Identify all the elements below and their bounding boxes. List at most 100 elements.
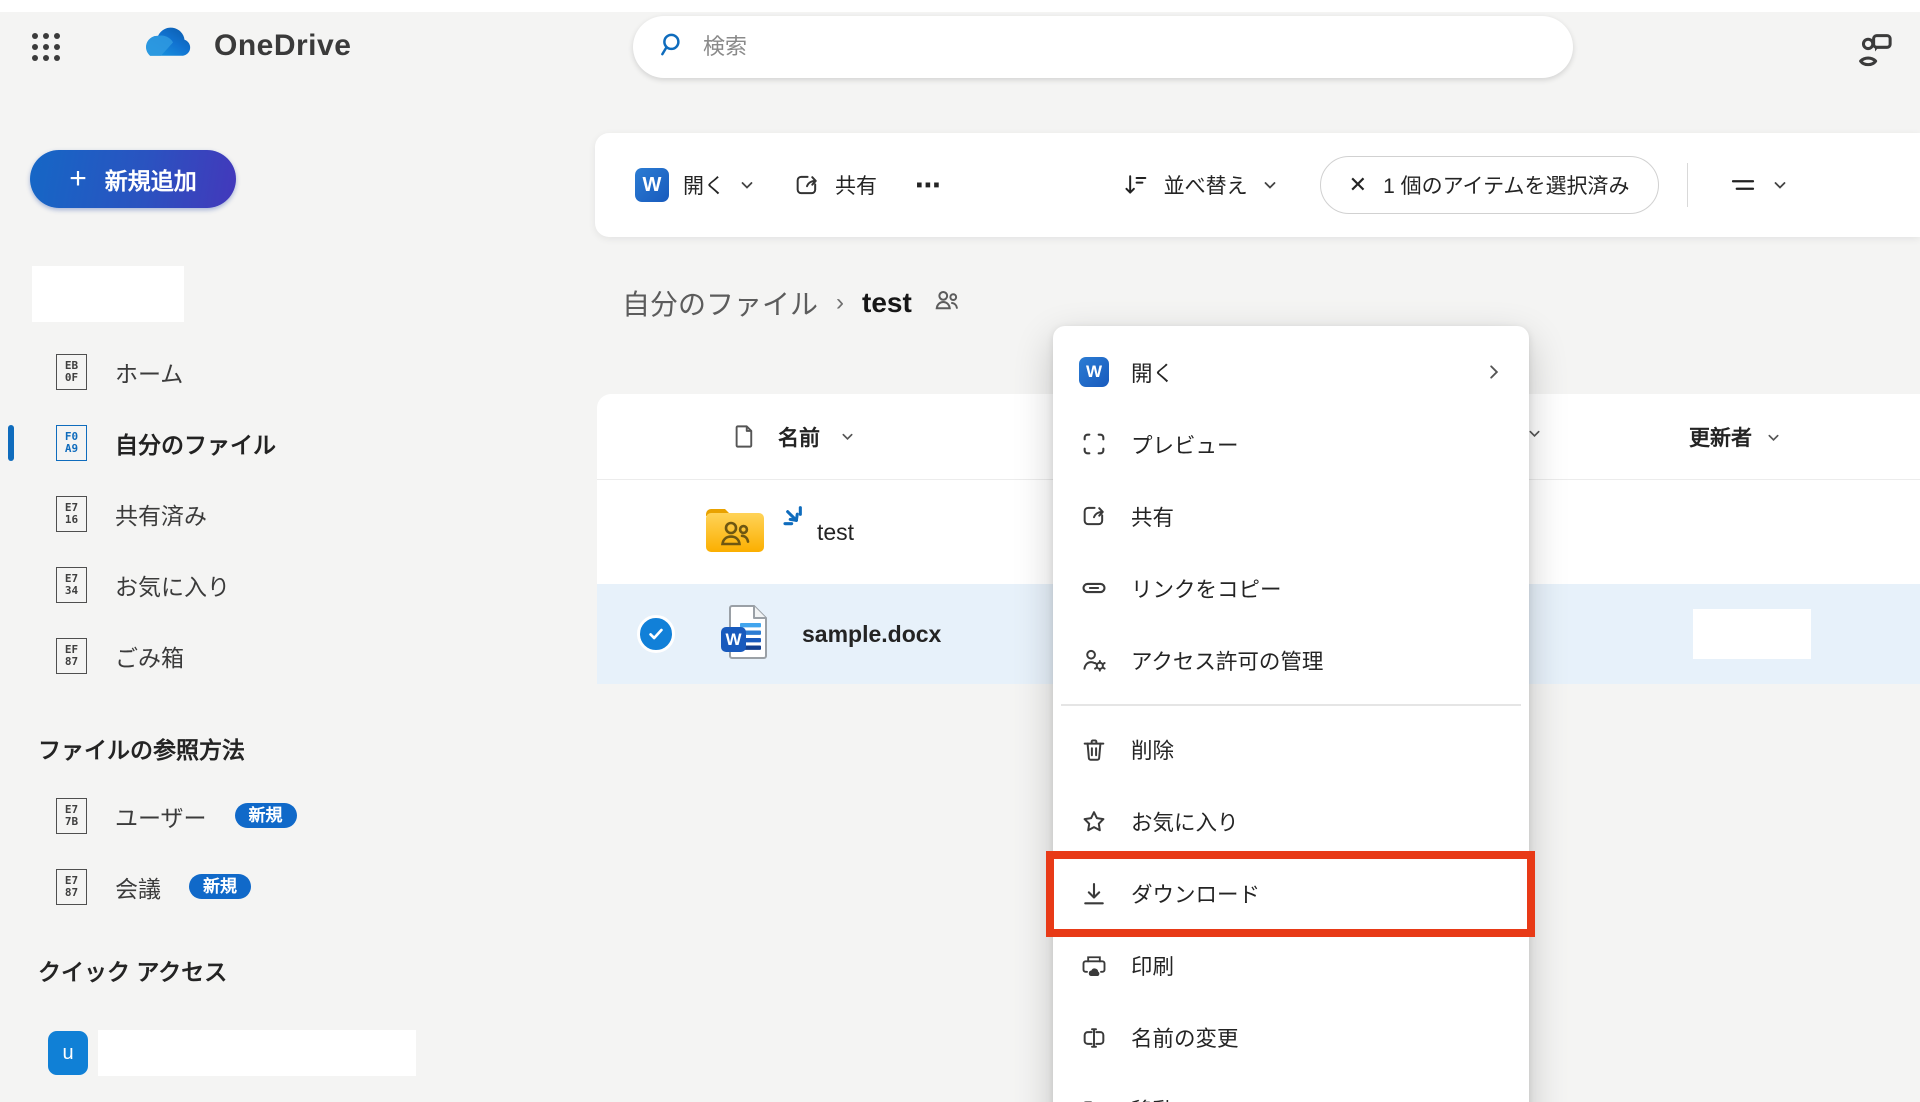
menu-item-preview[interactable]: プレビュー [1053, 408, 1529, 480]
share-icon [1079, 501, 1109, 531]
list-view-icon [1728, 170, 1758, 200]
menu-item-print[interactable]: 印刷 [1053, 930, 1529, 1002]
clear-selection-icon[interactable]: ✕ [1349, 172, 1367, 198]
feedback-icon[interactable] [1843, 20, 1907, 76]
menu-item-move[interactable]: 移動 [1053, 1074, 1529, 1102]
menu-item-label: 移動 [1131, 1094, 1174, 1102]
site-avatar: u [48, 1031, 88, 1075]
menu-item-label: 印刷 [1131, 950, 1174, 981]
shared-icon: E716 [56, 496, 87, 532]
rename-icon [1079, 1023, 1109, 1053]
chevron-down-icon [1766, 430, 1781, 445]
onedrive-cloud-icon [138, 24, 196, 67]
download-icon [1079, 879, 1109, 909]
open-button[interactable]: W 開く [623, 158, 767, 212]
home-icon: EB0F [56, 354, 87, 390]
sidebar-item-label: 会議 [115, 870, 161, 904]
more-commands-button[interactable]: ⋯ [903, 160, 955, 211]
file-type-column-icon [731, 423, 758, 450]
quick-access-item[interactable]: u [48, 1030, 416, 1076]
sidebar-item-shared[interactable]: E716 共有済み [0, 478, 480, 549]
plus-icon: + [69, 164, 87, 194]
column-header-modified-chevron-icon[interactable] [1527, 426, 1542, 446]
word-icon: W [635, 168, 669, 202]
chevron-down-icon [1772, 177, 1788, 193]
file-name[interactable]: test [817, 519, 854, 546]
favorites-icon: E734 [56, 567, 87, 603]
add-new-label: 新規追加 [105, 162, 197, 196]
new-item-sparkle-icon [781, 503, 813, 540]
file-name[interactable]: sample.docx [802, 621, 941, 648]
share-icon [793, 171, 821, 199]
new-badge: 新規 [189, 874, 251, 899]
sidebar-item-my-files[interactable]: F0A9 自分のファイル [0, 407, 480, 478]
people-nav-icon: E77B [56, 798, 87, 834]
redacted-quick-access-name [98, 1030, 416, 1076]
sidebar-item-label: ユーザー [115, 799, 207, 833]
chevron-right-icon [1485, 363, 1503, 381]
sidebar-item-recycle-bin[interactable]: EF87 ごみ箱 [0, 620, 480, 691]
sidebar-item-favorites[interactable]: E734 お気に入り [0, 549, 480, 620]
star-icon [1079, 807, 1109, 837]
column-header-name[interactable]: 名前 [778, 422, 820, 452]
selected-check-icon[interactable] [637, 615, 675, 653]
menu-item-label: プレビュー [1131, 429, 1239, 460]
sort-label: 並べ替え [1164, 170, 1248, 200]
sidebar-item-home[interactable]: EB0F ホーム [0, 336, 480, 407]
selection-count-pill[interactable]: ✕ 1 個のアイテムを選択済み [1320, 156, 1659, 214]
redacted-account-block [32, 266, 184, 322]
search-input[interactable] [703, 34, 1549, 60]
shared-people-icon [930, 285, 964, 322]
link-icon [1079, 573, 1109, 603]
meetings-nav-icon: E787 [56, 869, 87, 905]
sidebar-nav: EB0F ホーム F0A9 自分のファイル E716 共有済み E734 お気に… [0, 336, 480, 1002]
menu-item-label: 名前の変更 [1131, 1022, 1239, 1053]
move-folder-icon [1079, 1095, 1109, 1102]
printer-cloud-icon [1079, 951, 1109, 981]
add-new-button[interactable]: + 新規追加 [30, 150, 236, 208]
quick-access-section-title: クイック アクセス [0, 942, 480, 1002]
sort-icon [1122, 171, 1150, 199]
menu-item-copy-link[interactable]: リンクをコピー [1053, 552, 1529, 624]
chevron-down-icon [1262, 177, 1278, 193]
sidebar-item-label: 自分のファイル [115, 426, 276, 460]
recycle-bin-icon: EF87 [56, 638, 87, 674]
view-options-button[interactable] [1716, 160, 1800, 210]
sidebar-item-people[interactable]: E77B ユーザー 新規 [0, 780, 480, 851]
trash-icon [1079, 735, 1109, 765]
breadcrumb-separator-icon: › [836, 289, 844, 317]
browse-files-section-title: ファイルの参照方法 [0, 721, 480, 780]
menu-item-manage-access[interactable]: アクセス許可の管理 [1053, 624, 1529, 696]
open-label: 開く [683, 170, 725, 200]
word-icon: W [1079, 357, 1109, 387]
app-title: OneDrive [214, 29, 351, 63]
toolbar-divider [1687, 163, 1689, 207]
menu-item-delete[interactable]: 削除 [1053, 714, 1529, 786]
sidebar-item-label: お気に入り [115, 568, 230, 602]
breadcrumb: 自分のファイル › test [622, 283, 964, 323]
menu-item-download[interactable]: ダウンロード [1053, 858, 1529, 930]
context-menu: W 開く プレビュー 共有 リンクをコピー [1053, 326, 1529, 1102]
menu-item-label: 削除 [1131, 734, 1174, 765]
menu-item-favorite[interactable]: お気に入り [1053, 786, 1529, 858]
column-header-updated-by[interactable]: 更新者 [1689, 394, 1781, 480]
share-button[interactable]: 共有 [781, 160, 889, 210]
app-launcher-icon[interactable] [18, 22, 74, 72]
sidebar-item-meetings[interactable]: E787 会議 新規 [0, 851, 480, 922]
menu-item-open[interactable]: W 開く [1053, 336, 1529, 408]
sort-button[interactable]: 並べ替え [1110, 160, 1290, 210]
menu-item-share[interactable]: 共有 [1053, 480, 1529, 552]
preview-icon [1079, 429, 1109, 459]
breadcrumb-current[interactable]: test [862, 287, 912, 319]
download-highlight-frame [1046, 851, 1535, 937]
breadcrumb-parent[interactable]: 自分のファイル [622, 283, 818, 323]
search-bar[interactable] [633, 16, 1573, 78]
new-badge: 新規 [235, 803, 297, 828]
onedrive-logo[interactable]: OneDrive [138, 24, 351, 67]
sidebar-item-label: ごみ箱 [115, 639, 184, 673]
svg-text:W: W [725, 630, 742, 649]
menu-item-label: リンクをコピー [1131, 573, 1282, 604]
menu-item-label: アクセス許可の管理 [1131, 645, 1323, 676]
menu-item-label: 共有 [1131, 501, 1174, 532]
menu-item-rename[interactable]: 名前の変更 [1053, 1002, 1529, 1074]
